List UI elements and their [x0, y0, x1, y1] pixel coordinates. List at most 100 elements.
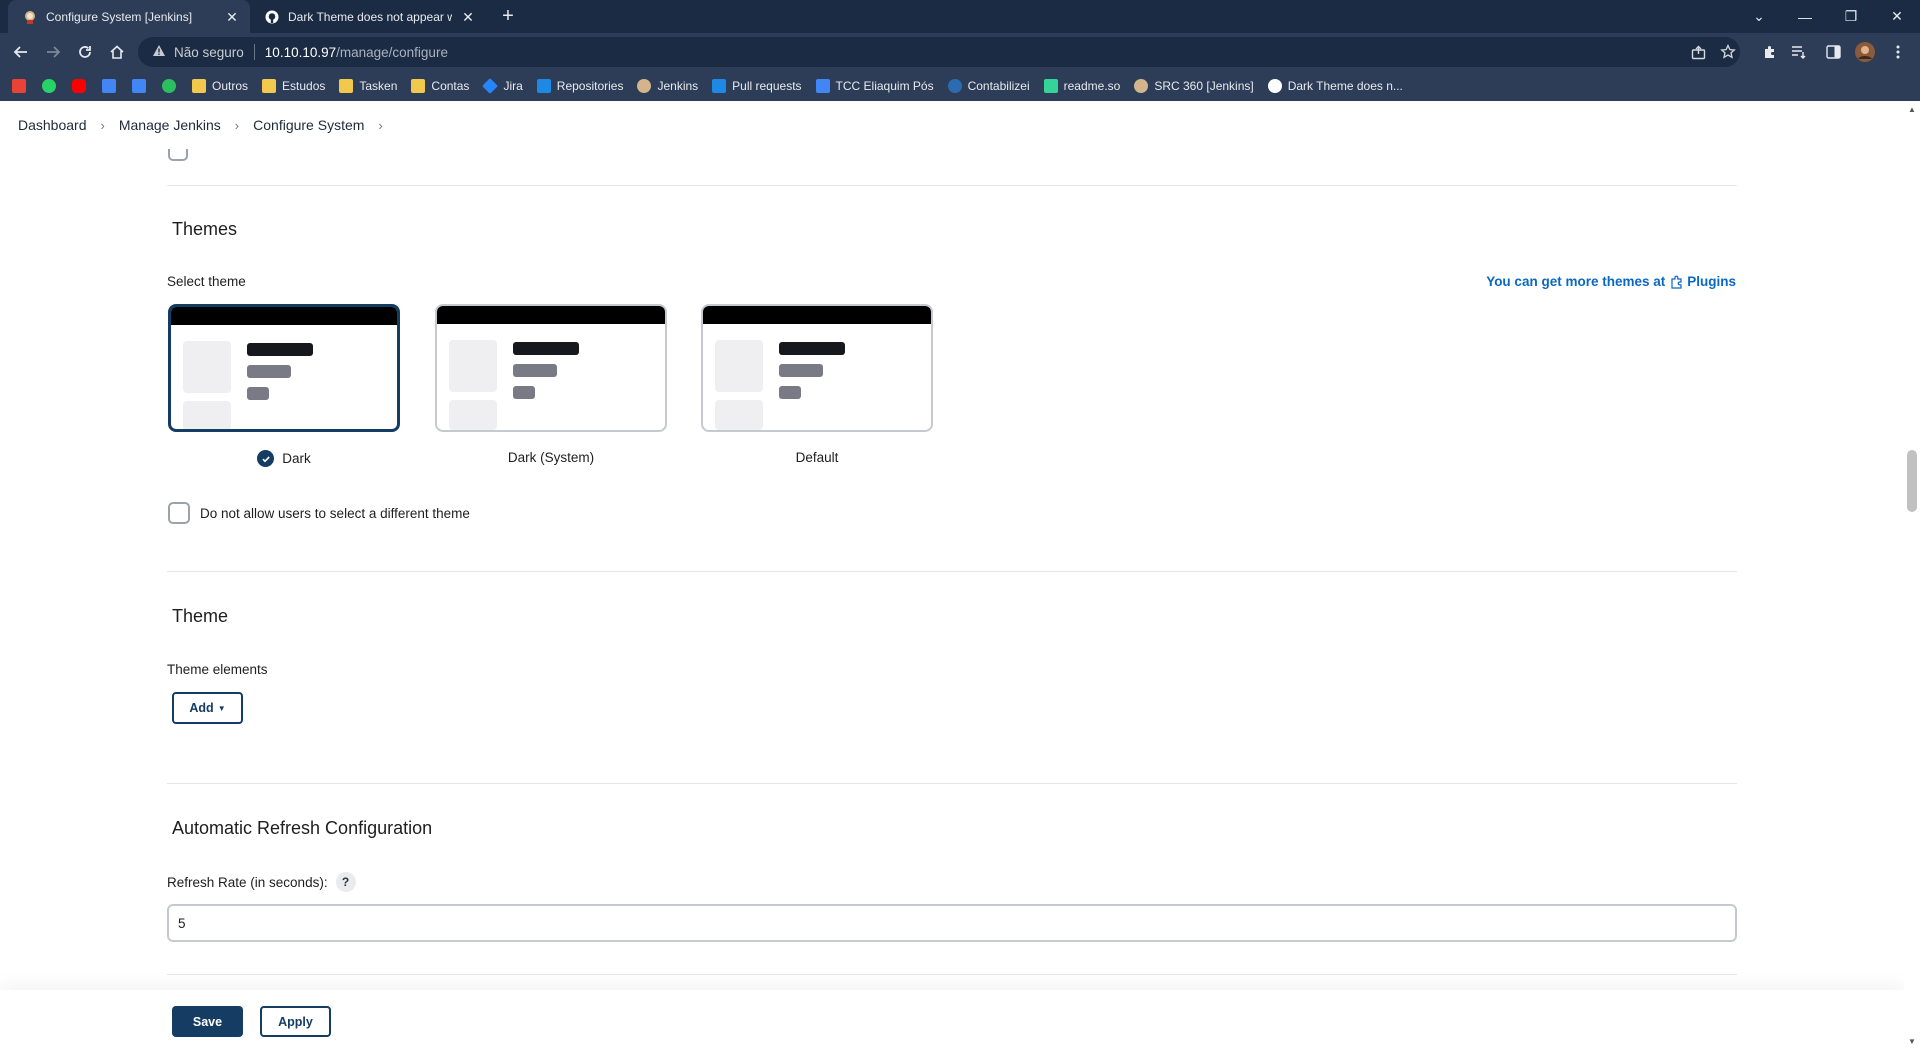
jenkins-icon: [1134, 79, 1149, 93]
preview-bar: [513, 342, 579, 355]
minimize-icon[interactable]: —: [1782, 0, 1828, 33]
warning-icon: [152, 44, 166, 60]
breadcrumb-configure-system[interactable]: Configure System: [253, 117, 364, 133]
bookmark-label: SRC 360 [Jenkins]: [1154, 79, 1254, 93]
close-tab-icon[interactable]: ✕: [224, 9, 240, 25]
theme-card-dark-system[interactable]: [435, 304, 667, 432]
preview-header: [703, 306, 931, 324]
tab-configure-system[interactable]: Configure System [Jenkins] ✕: [8, 0, 250, 33]
breadcrumb-dashboard[interactable]: Dashboard: [18, 117, 87, 133]
bookmark-pull-requests[interactable]: Pull requests: [712, 79, 802, 93]
bookmark-label: Jenkins: [657, 79, 699, 93]
apply-button[interactable]: Apply: [260, 1006, 331, 1037]
theme-option-default-label[interactable]: Default: [701, 450, 933, 465]
chevron-right-icon[interactable]: ›: [378, 118, 382, 133]
bookmark-contabilizei[interactable]: Contabilizei: [947, 79, 1030, 93]
tab-title: Dark Theme does not appear well: [288, 9, 452, 24]
bookmark-youtube[interactable]: [72, 79, 86, 93]
disallow-theme-label[interactable]: Do not allow users to select a different…: [200, 506, 470, 521]
extensions-icon[interactable]: [1759, 42, 1779, 62]
more-themes-link[interactable]: You can get more themes at Plugins: [1486, 274, 1736, 289]
theme-name: Default: [795, 450, 839, 465]
chevron-right-icon[interactable]: ›: [235, 118, 239, 133]
bookmark-folder-tasken[interactable]: Tasken: [339, 79, 397, 93]
reload-icon[interactable]: [74, 41, 96, 63]
close-window-icon[interactable]: ✕: [1874, 0, 1920, 33]
bookmark-repositories[interactable]: Repositories: [536, 79, 623, 93]
bookmark-folder-outros[interactable]: Outros: [192, 79, 248, 93]
check-circle-icon: [257, 450, 275, 467]
bookmark-gmail[interactable]: [12, 79, 26, 93]
preview-bar: [779, 364, 823, 377]
folder-icon: [411, 79, 426, 93]
security-status[interactable]: Não seguro: [174, 45, 244, 60]
theme-option-dark-system-label[interactable]: Dark (System): [435, 450, 667, 465]
profile-avatar-icon[interactable]: [1855, 42, 1875, 62]
bookmark-folder-estudos[interactable]: Estudos: [262, 79, 325, 93]
bookmark-folder-contas[interactable]: Contas: [411, 79, 469, 93]
save-button[interactable]: Save: [172, 1006, 243, 1037]
bookmark-whatsapp[interactable]: [42, 79, 56, 93]
bookmark-src360[interactable]: SRC 360 [Jenkins]: [1134, 79, 1254, 93]
form-actions-bar: Save Apply: [0, 990, 1904, 1050]
plugins-link-text: Plugins: [1687, 274, 1736, 289]
scroll-down-icon[interactable]: ▼: [1904, 1037, 1920, 1046]
theme-elements-label: Theme elements: [167, 662, 268, 677]
disallow-theme-checkbox[interactable]: [168, 502, 190, 524]
add-theme-element-button[interactable]: Add ▼: [172, 692, 243, 724]
tab-search-icon[interactable]: ⌄: [1736, 0, 1782, 33]
address-bar[interactable]: Não seguro 10.10.10.97 /manage/configure: [138, 37, 1740, 67]
calendar-icon: [102, 79, 116, 93]
bookmark-calendar[interactable]: [102, 79, 116, 93]
preview-bar: [513, 386, 535, 399]
breadcrumb: Dashboard › Manage Jenkins › Configure S…: [0, 101, 1904, 149]
reading-list-icon[interactable]: [1789, 42, 1809, 62]
jenkins-icon: [22, 9, 38, 25]
bookmark-dark-theme-issue[interactable]: Dark Theme does n...: [1267, 79, 1403, 93]
back-icon[interactable]: [10, 41, 32, 63]
side-panel-icon[interactable]: [1823, 42, 1843, 62]
bookmark-translate[interactable]: [132, 79, 146, 93]
bookmark-jenkins[interactable]: Jenkins: [637, 79, 698, 93]
share-icon[interactable]: [1688, 42, 1708, 62]
bookmark-star-icon[interactable]: [1718, 42, 1738, 62]
close-tab-icon[interactable]: ✕: [460, 9, 476, 25]
theme-option-dark-label[interactable]: Dark: [168, 450, 400, 467]
bookmark-label: Dark Theme does n...: [1287, 79, 1403, 93]
theme-card-default[interactable]: [701, 304, 933, 432]
section-divider: [167, 783, 1737, 784]
page-scrollbar[interactable]: ▲ ▼: [1904, 101, 1920, 1050]
preview-bar: [247, 387, 269, 400]
select-theme-label: Select theme: [167, 274, 246, 289]
bookmark-label: Jira: [503, 79, 523, 93]
bookmark-label: TCC Eliaquim Pós: [835, 79, 934, 93]
preview-sidebar: [715, 400, 763, 430]
new-tab-button[interactable]: +: [498, 6, 518, 26]
theme-card-dark[interactable]: [168, 304, 400, 432]
browser-menu-icon[interactable]: [1888, 42, 1908, 62]
help-icon[interactable]: ?: [335, 872, 356, 892]
bookmark-label: Contabilizei: [967, 79, 1030, 93]
tab-dark-theme-issue[interactable]: Dark Theme does not appear well ✕: [250, 0, 486, 33]
address-separator: [253, 44, 255, 60]
preview-bar: [247, 343, 313, 356]
scroll-up-icon[interactable]: ▲: [1904, 105, 1920, 114]
refresh-rate-label: Refresh Rate (in seconds):: [167, 874, 328, 890]
bookmark-jira[interactable]: Jira: [482, 78, 523, 94]
bookmark-tcc[interactable]: TCC Eliaquim Pós: [815, 79, 934, 93]
bookmark-label: Contas: [431, 79, 470, 93]
forward-icon[interactable]: [42, 41, 64, 63]
evernote-icon: [162, 79, 176, 93]
bookmark-readme[interactable]: readme.so: [1043, 79, 1120, 93]
refresh-rate-input[interactable]: 5: [167, 904, 1737, 942]
section-heading-auto-refresh: Automatic Refresh Configuration: [172, 818, 433, 838]
bookmark-evernote[interactable]: [162, 79, 176, 93]
restore-icon[interactable]: ❐: [1828, 0, 1874, 33]
partial-checkbox[interactable]: [168, 149, 188, 161]
scrollbar-thumb[interactable]: [1907, 450, 1917, 512]
chevron-right-icon[interactable]: ›: [101, 118, 105, 133]
home-icon[interactable]: [106, 41, 128, 63]
jira-icon: [482, 78, 499, 94]
section-divider: [167, 185, 1737, 186]
breadcrumb-manage-jenkins[interactable]: Manage Jenkins: [119, 117, 221, 133]
